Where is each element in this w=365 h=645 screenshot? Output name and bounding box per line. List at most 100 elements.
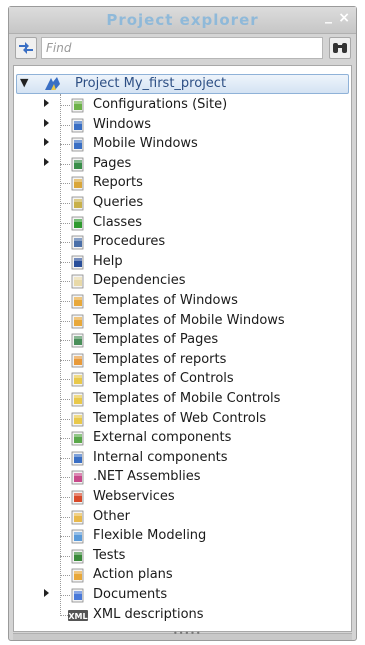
- tree-connector: [60, 536, 70, 538]
- tree-item[interactable]: XML XML descriptions: [14, 606, 347, 625]
- webservices-icon: [71, 490, 84, 505]
- close-button[interactable]: ×: [338, 10, 350, 26]
- tree-connector: [60, 516, 70, 518]
- expand-arrow-icon[interactable]: [44, 118, 49, 127]
- tree-item-label: External components: [93, 430, 232, 446]
- tree-item[interactable]: Pages: [14, 155, 347, 174]
- windows-folder-icon: [71, 118, 84, 132]
- tree-item-label: Dependencies: [93, 273, 186, 289]
- xml-badge-text: XML: [68, 612, 87, 621]
- action-plans-icon: [71, 568, 84, 583]
- tree-item-label: Tests: [93, 547, 126, 563]
- tree-item[interactable]: External components: [14, 429, 347, 448]
- tree-item-label: Reports: [93, 175, 143, 191]
- mobile-windows-folder-icon: [71, 137, 84, 152]
- minimize-button[interactable]: _: [325, 8, 332, 24]
- tests-icon: [71, 549, 84, 564]
- tree-item-label: Windows: [93, 116, 152, 132]
- tree-connector: [60, 457, 70, 459]
- tree-item[interactable]: Tests: [14, 547, 347, 566]
- tree-item[interactable]: Internal components: [14, 449, 347, 468]
- collapse-toggle-icon[interactable]: ▼: [20, 76, 28, 89]
- project-tree[interactable]: ▼ Project My_first_project Configuration…: [13, 65, 352, 632]
- queries-icon: [71, 196, 84, 211]
- tree-item-label: Queries: [93, 195, 144, 210]
- tree-item[interactable]: Templates of reports: [14, 351, 347, 370]
- sync-arrows-icon: [19, 42, 33, 54]
- tree-connector: [60, 320, 70, 322]
- tree-item[interactable]: Dependencies: [14, 272, 347, 291]
- tree-item[interactable]: Templates of Mobile Windows: [14, 312, 347, 331]
- tree-root-project[interactable]: ▼ Project My_first_project: [16, 74, 349, 94]
- help-icon: [71, 255, 84, 270]
- templates-controls-icon: [71, 372, 84, 387]
- tree-item[interactable]: Templates of Pages: [14, 331, 347, 350]
- tree-connector: [60, 144, 70, 146]
- binoculars-icon: [333, 43, 347, 53]
- tree-item[interactable]: Templates of Mobile Controls: [14, 390, 347, 409]
- pages-folder-icon: [71, 157, 84, 172]
- flexible-modeling-icon: [71, 529, 84, 544]
- expand-arrow-icon[interactable]: [44, 99, 49, 107]
- net-assemblies-icon: [71, 470, 84, 485]
- tree-item[interactable]: Other: [14, 508, 347, 527]
- tree-connector: [60, 340, 70, 342]
- resize-handle[interactable]: •••••: [13, 629, 352, 640]
- expand-arrow-icon[interactable]: [44, 138, 49, 147]
- tree-item-label: Pages: [93, 155, 132, 171]
- tree-item-label: Internal components: [93, 449, 228, 465]
- expand-arrow-icon[interactable]: [44, 157, 49, 166]
- tree-item[interactable]: Webservices: [14, 488, 347, 507]
- templates-pages-icon: [71, 333, 84, 348]
- tree-item[interactable]: Templates of Web Controls: [14, 410, 347, 429]
- external-components-icon: [71, 431, 84, 446]
- find-button[interactable]: [329, 37, 351, 59]
- tree-item-label: Templates of Web Controls: [93, 410, 267, 426]
- tree-root-label: Project My_first_project: [75, 76, 227, 91]
- tree-item[interactable]: Procedures: [14, 233, 347, 252]
- expand-arrow-icon[interactable]: [44, 589, 49, 597]
- tree-item[interactable]: Windows: [14, 116, 347, 135]
- tree-connector: [60, 183, 70, 185]
- tree-item-label: Help: [93, 253, 123, 269]
- tree-item[interactable]: Flexible Modeling: [14, 527, 347, 546]
- tree-connector: [60, 359, 70, 361]
- tree-item[interactable]: Reports: [14, 174, 347, 193]
- tree-connector: [60, 203, 70, 204]
- configurations-icon: [71, 98, 84, 113]
- sync-button[interactable]: [15, 37, 37, 59]
- tree-item[interactable]: Classes: [14, 214, 347, 233]
- window-title: Project explorer: [106, 11, 259, 29]
- tree-item-label: .NET Assemblies: [93, 469, 201, 485]
- tree-connector: [60, 105, 70, 106]
- tree-item-label: Templates of Pages: [93, 332, 219, 348]
- tree-item[interactable]: Mobile Windows: [14, 135, 347, 154]
- tree-connector: [60, 379, 70, 381]
- project-explorer-window: Project explorer _ × ▼ Pr: [8, 6, 357, 641]
- tree-item[interactable]: Queries: [14, 194, 347, 213]
- tree-connector: [60, 242, 70, 244]
- tree-item-label: XML descriptions: [93, 606, 204, 622]
- templates-web-controls-icon: [71, 412, 84, 426]
- tree-connector: [60, 261, 70, 263]
- tree-item-label: Other: [93, 508, 130, 524]
- tree-item-label: Templates of reports: [93, 351, 227, 367]
- tree-item-label: Configurations (Site): [93, 97, 228, 112]
- tree-item-label: Mobile Windows: [93, 136, 198, 152]
- tree-item[interactable]: Help: [14, 253, 347, 272]
- tree-connector: [60, 418, 70, 420]
- tree-item[interactable]: Action plans: [14, 566, 347, 585]
- tree-connector: [60, 281, 70, 283]
- search-input[interactable]: [41, 37, 323, 59]
- tree-item[interactable]: Configurations (Site): [14, 96, 347, 115]
- tree-connector: [60, 575, 70, 577]
- title-bar[interactable]: Project explorer _ ×: [9, 7, 356, 34]
- tree-item[interactable]: Documents: [14, 586, 347, 605]
- tree-item-label: Flexible Modeling: [93, 528, 207, 544]
- reports-icon: [71, 176, 84, 191]
- tree-item[interactable]: .NET Assemblies: [14, 468, 347, 487]
- tree-item[interactable]: Templates of Windows: [14, 292, 347, 311]
- search-bar: [13, 36, 352, 62]
- classes-icon: [71, 216, 84, 230]
- tree-item[interactable]: Templates of Controls: [14, 370, 347, 389]
